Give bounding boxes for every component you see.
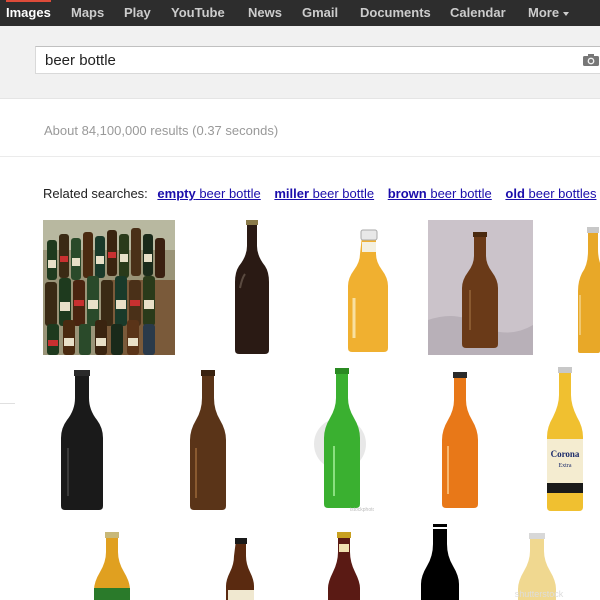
image-result-thumbnail[interactable]: [420, 522, 460, 600]
image-result-thumbnail[interactable]: shutterstock: [494, 527, 584, 600]
top-nav-bar: Images Maps Play YouTube News Gmail Docu…: [0, 0, 600, 26]
image-result-thumbnail[interactable]: [90, 530, 134, 600]
nav-item-gmail[interactable]: Gmail: [302, 0, 338, 26]
related-link-rest: beer bottle: [195, 186, 261, 201]
svg-text:istockphoto: istockphoto: [350, 507, 374, 513]
nav-item-youtube[interactable]: YouTube: [171, 0, 225, 26]
related-link-old[interactable]: old beer bottles: [505, 186, 596, 201]
image-result-thumbnail[interactable]: [328, 530, 360, 600]
related-link-brown[interactable]: brown beer bottle: [388, 186, 492, 201]
related-searches-label: Related searches:: [43, 186, 148, 201]
divider: [0, 156, 600, 157]
svg-text:Extra: Extra: [559, 463, 572, 469]
related-link-rest: beer bottle: [309, 186, 375, 201]
related-link-bold: old: [505, 186, 525, 201]
nav-item-news[interactable]: News: [248, 0, 282, 26]
related-link-bold: brown: [387, 186, 427, 201]
image-result-thumbnail[interactable]: istockphoto: [312, 366, 374, 514]
image-result-thumbnail[interactable]: [186, 368, 230, 513]
image-result-thumbnail[interactable]: [226, 536, 256, 600]
image-result-thumbnail[interactable]: [428, 220, 533, 355]
search-header: [0, 26, 600, 99]
result-stats: About 84,100,000 results (0.37 seconds): [44, 123, 279, 138]
divider-stub: [0, 403, 15, 404]
nav-item-more[interactable]: More: [528, 0, 570, 26]
image-result-thumbnail[interactable]: [228, 218, 276, 356]
nav-item-calendar[interactable]: Calendar: [450, 0, 506, 26]
related-searches: Related searches: empty beer bottle mill…: [43, 186, 600, 201]
related-link-bold: empty: [157, 186, 196, 201]
related-link-miller[interactable]: miller beer bottle: [274, 186, 374, 201]
svg-text:shutterstock: shutterstock: [515, 589, 564, 599]
image-result-thumbnail[interactable]: [43, 220, 175, 355]
image-result-thumbnail[interactable]: [440, 370, 480, 510]
nav-item-documents[interactable]: Documents: [360, 0, 431, 26]
search-input[interactable]: [45, 50, 565, 70]
camera-icon[interactable]: [582, 52, 600, 68]
related-link-empty[interactable]: empty beer bottle: [157, 186, 260, 201]
related-link-bold: miller: [274, 186, 310, 201]
nav-more-label: More: [528, 5, 560, 20]
nav-item-images[interactable]: Images: [6, 0, 51, 26]
image-result-thumbnail[interactable]: [58, 368, 106, 513]
image-result-thumbnail[interactable]: [344, 228, 394, 356]
search-box: [35, 46, 600, 74]
image-result-thumbnail[interactable]: Corona Extra: [543, 365, 587, 515]
related-link-rest: beer bottle: [426, 186, 492, 201]
nav-item-maps[interactable]: Maps: [71, 0, 104, 26]
svg-text:Corona: Corona: [551, 449, 580, 459]
image-result-thumbnail[interactable]: [574, 225, 600, 355]
related-link-rest: beer bottles: [524, 186, 597, 201]
chevron-down-icon: [563, 11, 570, 16]
nav-item-play[interactable]: Play: [124, 0, 151, 26]
